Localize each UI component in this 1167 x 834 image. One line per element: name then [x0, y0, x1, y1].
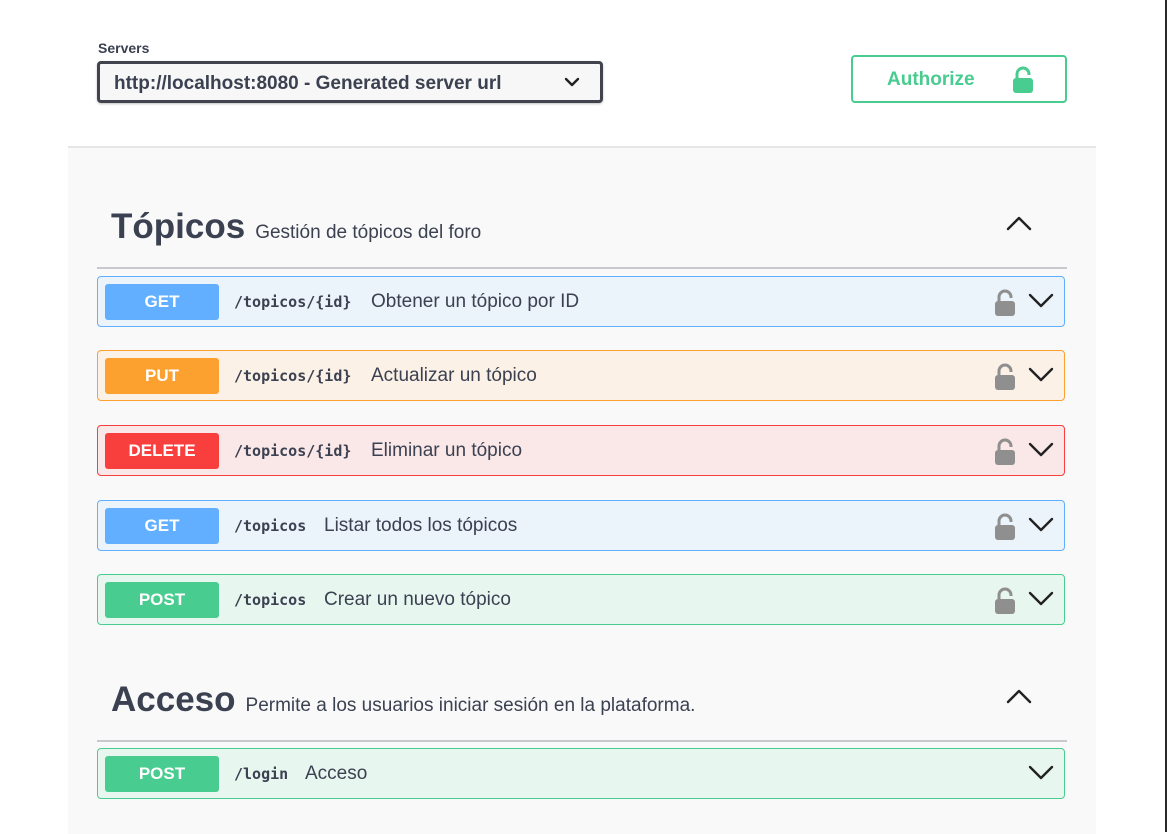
method-badge: POST	[105, 582, 219, 618]
server-selected-value: http://localhost:8080 - Generated server…	[114, 73, 502, 94]
authorize-button[interactable]: Authorize	[851, 55, 1067, 103]
unlocked-icon	[1011, 66, 1035, 99]
chevron-down-icon[interactable]	[1027, 590, 1055, 613]
lock-icon[interactable]	[994, 438, 1016, 471]
lock-icon[interactable]	[994, 513, 1016, 546]
operation-path: /topicos	[234, 517, 307, 535]
chevron-down-icon[interactable]	[1027, 292, 1055, 315]
tag-header-acceso[interactable]: Acceso Permite a los usuarios iniciar ses…	[97, 676, 1067, 742]
operation-post-topicos[interactable]: POST /topicos Crear un nuevo tópico	[97, 574, 1065, 625]
tag-name: Tópicos	[111, 207, 246, 246]
method-badge: GET	[105, 284, 219, 320]
lock-icon[interactable]	[994, 289, 1016, 322]
operation-delete-topicos-id[interactable]: DELETE /topicos/{id} Eliminar un tópico	[97, 425, 1065, 476]
operation-path: /login	[234, 765, 289, 783]
tag-name: Acceso	[111, 680, 236, 719]
tag-description: Permite a los usuarios iniciar sesión en…	[245, 695, 696, 716]
operation-path: /topicos	[234, 591, 307, 609]
server-select[interactable]: http://localhost:8080 - Generated server…	[97, 61, 603, 103]
operation-get-topicos-id[interactable]: GET /topicos/{id} Obtener un tópico por …	[97, 276, 1065, 327]
method-badge: DELETE	[105, 433, 219, 469]
tag-header-topicos[interactable]: Tópicos Gestión de tópicos del foro	[97, 203, 1067, 269]
operation-get-topicos[interactable]: GET /topicos Listar todos los tópicos	[97, 500, 1065, 551]
tag-description: Gestión de tópicos del foro	[255, 222, 482, 243]
operation-summary: Actualizar un tópico	[371, 365, 537, 386]
chevron-down-icon[interactable]	[1027, 441, 1055, 464]
chevron-down-icon[interactable]	[1027, 516, 1055, 539]
operation-path: /topicos/{id}	[234, 293, 352, 311]
method-badge: POST	[105, 756, 219, 792]
operation-post-login[interactable]: POST /login Acceso	[97, 748, 1065, 799]
operation-summary: Obtener un tópico por ID	[371, 291, 580, 312]
chevron-up-icon[interactable]	[1005, 687, 1033, 710]
authorize-label: Authorize	[887, 69, 975, 90]
chevron-down-icon	[564, 72, 580, 97]
operations-panel: Tópicos Gestión de tópicos del foro GET /…	[68, 146, 1096, 834]
operation-summary: Crear un nuevo tópico	[324, 589, 511, 610]
lock-icon[interactable]	[994, 587, 1016, 620]
operation-summary: Listar todos los tópicos	[324, 515, 518, 536]
operation-put-topicos-id[interactable]: PUT /topicos/{id} Actualizar un tópico	[97, 350, 1065, 401]
tag-title: Acceso Permite a los usuarios iniciar ses…	[111, 680, 695, 720]
method-badge: PUT	[105, 358, 219, 394]
chevron-down-icon[interactable]	[1027, 366, 1055, 389]
operation-summary: Acceso	[305, 763, 368, 784]
lock-icon[interactable]	[994, 363, 1016, 396]
operation-path: /topicos/{id}	[234, 367, 352, 385]
chevron-up-icon[interactable]	[1005, 214, 1033, 237]
tag-title: Tópicos Gestión de tópicos del foro	[111, 207, 481, 247]
servers-label: Servers	[98, 40, 150, 56]
method-badge: GET	[105, 508, 219, 544]
chevron-down-icon[interactable]	[1027, 764, 1055, 787]
operation-path: /topicos/{id}	[234, 442, 352, 460]
operation-summary: Eliminar un tópico	[371, 440, 523, 461]
